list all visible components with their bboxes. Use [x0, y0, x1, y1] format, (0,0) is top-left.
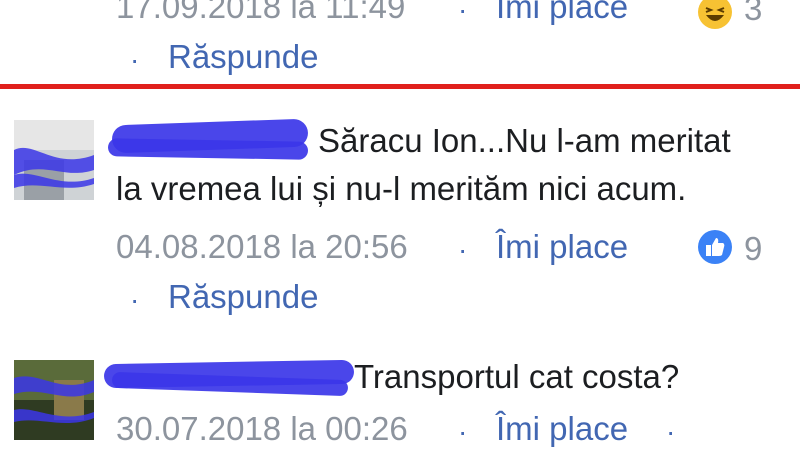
comment-timestamp: 04.08.2018 la 20:56 [116, 228, 408, 265]
reaction-count: 3 [744, 0, 763, 27]
like-button[interactable]: Îmi place [496, 228, 628, 266]
divider-line [0, 84, 800, 89]
separator-dot: · [130, 284, 140, 315]
comment-text: Transportul cat costa? [354, 358, 680, 395]
avatar[interactable] [14, 120, 94, 200]
comment-text: Săracu Ion...Nu l-am meritat [318, 122, 731, 159]
avatar[interactable] [14, 360, 94, 440]
redacted-username [107, 138, 309, 160]
separator-dot: · [666, 416, 676, 447]
like-button[interactable]: Îmi place [496, 0, 628, 26]
reply-button[interactable]: Răspunde [168, 38, 318, 76]
comment-timestamp: 17.09.2018 la 11:49 [116, 0, 406, 25]
separator-dot: · [458, 0, 468, 25]
separator-dot: · [130, 44, 140, 75]
comment-timestamp: 30.07.2018 la 00:26 [116, 410, 408, 447]
reply-button[interactable]: Răspunde [168, 278, 318, 316]
laughing-emoji-icon [697, 0, 733, 35]
reaction-count: 9 [744, 230, 763, 267]
separator-dot: · [458, 416, 468, 447]
comment-text: la vremea lui și nu-l merităm nici acum. [116, 170, 687, 207]
like-button[interactable]: Îmi place [496, 410, 628, 448]
thumbs-up-icon [697, 229, 733, 270]
separator-dot: · [458, 234, 468, 265]
